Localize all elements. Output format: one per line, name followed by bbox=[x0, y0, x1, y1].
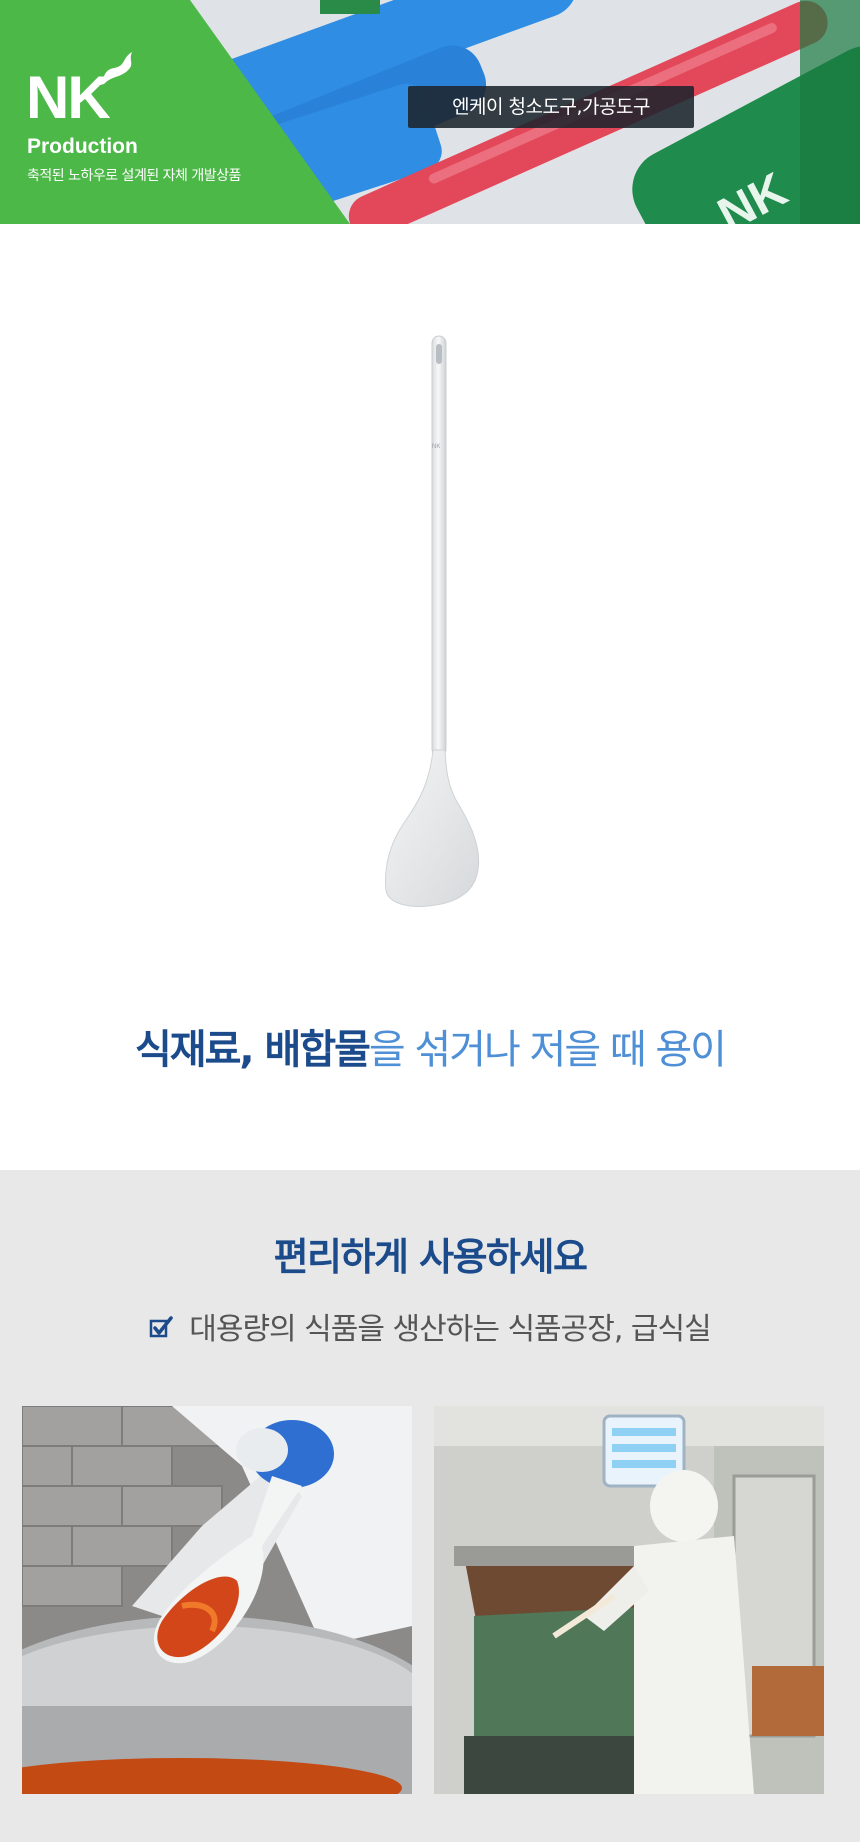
usage-section: 편리하게 사용하세요 대용량의 식품을 생산하는 식품공장, 급식실 bbox=[0, 1170, 860, 1842]
top-banner: NK NK NK NK Production 축적된 노하우로 설계된 자체 개… bbox=[0, 0, 860, 224]
svg-text:NK: NK bbox=[432, 444, 440, 450]
product-headline: 식재료, 배합물을 섞거나 저을 때 용이 bbox=[0, 1022, 860, 1078]
headline-light: 을 섞거나 저을 때 용이 bbox=[368, 1027, 727, 1073]
headline-strong: 식재료, 배합물 bbox=[135, 1027, 371, 1073]
usage-title: 편리하게 사용하세요 bbox=[273, 1235, 588, 1279]
usage-photo-stirring bbox=[22, 1406, 412, 1794]
brand-tagline: 축적된 노하우로 설계된 자체 개발상품 bbox=[27, 168, 241, 184]
usage-item: 대용량의 식품을 생산하는 식품공장, 급식실 bbox=[0, 1304, 860, 1348]
checkbox-checked-icon bbox=[150, 1316, 173, 1338]
brand-swirl-icon bbox=[96, 52, 132, 86]
brand-subtitle: Production bbox=[27, 135, 138, 158]
usage-photo-factory bbox=[434, 1406, 824, 1794]
spatula-product-image: NK bbox=[385, 335, 480, 907]
category-badge: 엔케이 청소도구,가공도구 bbox=[408, 86, 694, 128]
usage-item-text: 대용량의 식품을 생산하는 식품공장, 급식실 bbox=[189, 1312, 711, 1347]
